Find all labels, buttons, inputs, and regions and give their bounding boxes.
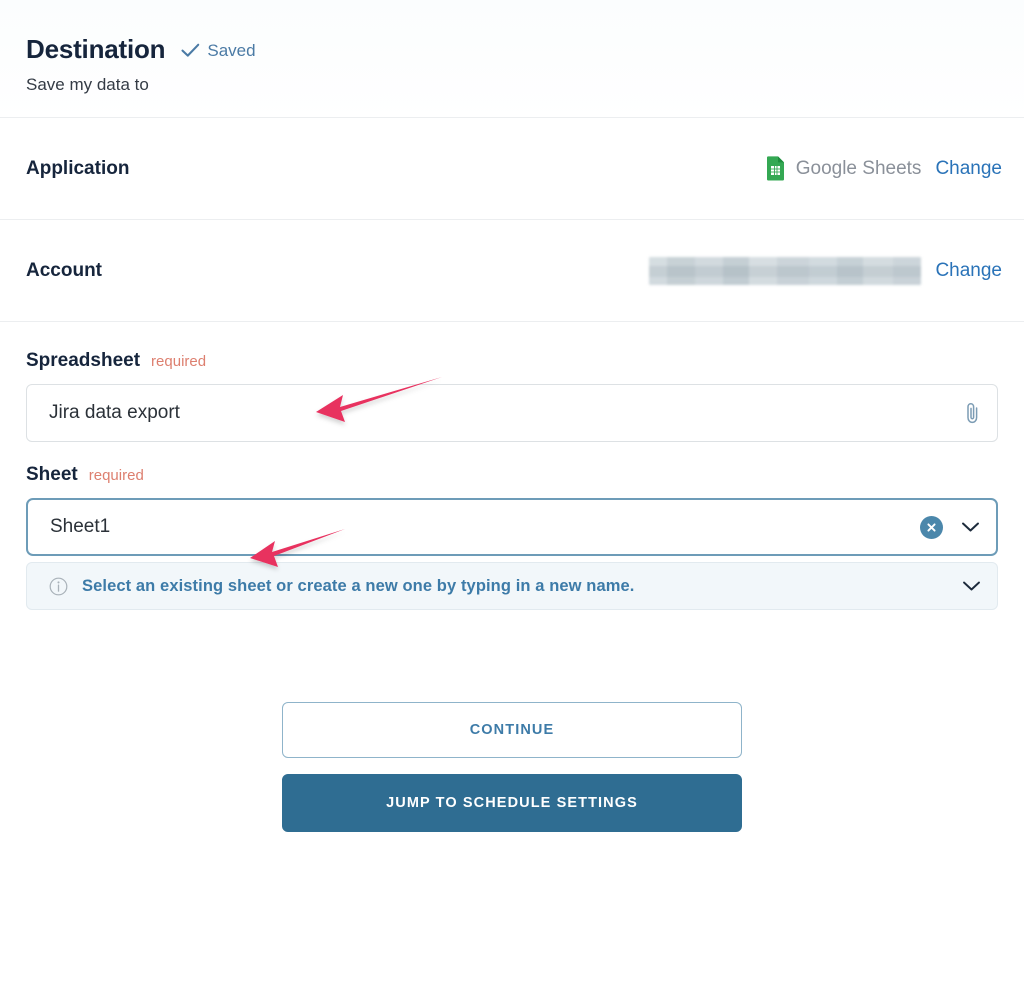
paperclip-icon[interactable] bbox=[964, 402, 981, 424]
sheet-info-banner[interactable]: Select an existing sheet or create a new… bbox=[26, 562, 998, 610]
application-change-link[interactable]: Change bbox=[935, 158, 1002, 180]
destination-settings-page: Destination Saved Save my data to Applic… bbox=[0, 0, 1024, 985]
account-value-group: Change bbox=[649, 256, 1002, 285]
sheet-label: Sheet bbox=[26, 464, 78, 485]
close-icon bbox=[927, 522, 936, 532]
check-icon bbox=[181, 43, 200, 57]
saved-label: Saved bbox=[207, 40, 256, 60]
sheet-input[interactable] bbox=[50, 516, 910, 538]
application-value: Google Sheets bbox=[766, 156, 922, 181]
spreadsheet-label: Spreadsheet bbox=[26, 350, 141, 371]
account-change-link[interactable]: Change bbox=[935, 260, 1002, 282]
jump-to-schedule-settings-button[interactable]: JUMP TO SCHEDULE SETTINGS bbox=[282, 774, 742, 832]
sheet-adornments bbox=[910, 515, 980, 539]
saved-status: Saved bbox=[181, 40, 256, 61]
spreadsheet-required-badge: required bbox=[151, 353, 207, 370]
clear-circle-x-icon[interactable] bbox=[920, 515, 943, 539]
spreadsheet-adornments bbox=[954, 402, 981, 424]
sheet-required-badge: required bbox=[88, 467, 144, 484]
account-label: Account bbox=[26, 259, 102, 281]
sheet-field: Sheet required Sheet1 Select an existing… bbox=[26, 464, 998, 610]
google-sheets-icon bbox=[766, 156, 784, 181]
chevron-down-icon[interactable] bbox=[961, 521, 980, 533]
sheet-info-text: Select an existing sheet or create a new… bbox=[82, 576, 635, 595]
chevron-down-icon[interactable] bbox=[962, 580, 981, 592]
page-subtitle: Save my data to bbox=[26, 75, 149, 94]
sheet-input-container[interactable] bbox=[26, 498, 998, 556]
application-row: Application Google Sheets Change bbox=[0, 118, 1024, 219]
application-name: Google Sheets bbox=[795, 157, 922, 179]
page-title-row: Destination Saved bbox=[26, 34, 998, 65]
info-circle-icon bbox=[49, 577, 68, 595]
continue-button[interactable]: CONTINUE bbox=[282, 702, 742, 758]
destination-form: Spreadsheet required Sheet required bbox=[0, 322, 1024, 832]
spreadsheet-field: Spreadsheet required bbox=[26, 350, 998, 442]
spreadsheet-input[interactable] bbox=[49, 402, 954, 424]
spreadsheet-input-container[interactable] bbox=[26, 384, 998, 442]
account-row: Account Change bbox=[0, 220, 1024, 321]
page-header: Destination Saved Save my data to bbox=[0, 0, 1024, 117]
application-value-group: Google Sheets Change bbox=[766, 156, 1002, 181]
sheet-label-line: Sheet required bbox=[26, 464, 998, 486]
spreadsheet-label-line: Spreadsheet required bbox=[26, 350, 998, 372]
account-value-redacted bbox=[649, 256, 922, 285]
application-label: Application bbox=[26, 157, 130, 179]
page-title: Destination bbox=[26, 34, 166, 64]
form-actions: CONTINUE JUMP TO SCHEDULE SETTINGS bbox=[26, 702, 998, 832]
